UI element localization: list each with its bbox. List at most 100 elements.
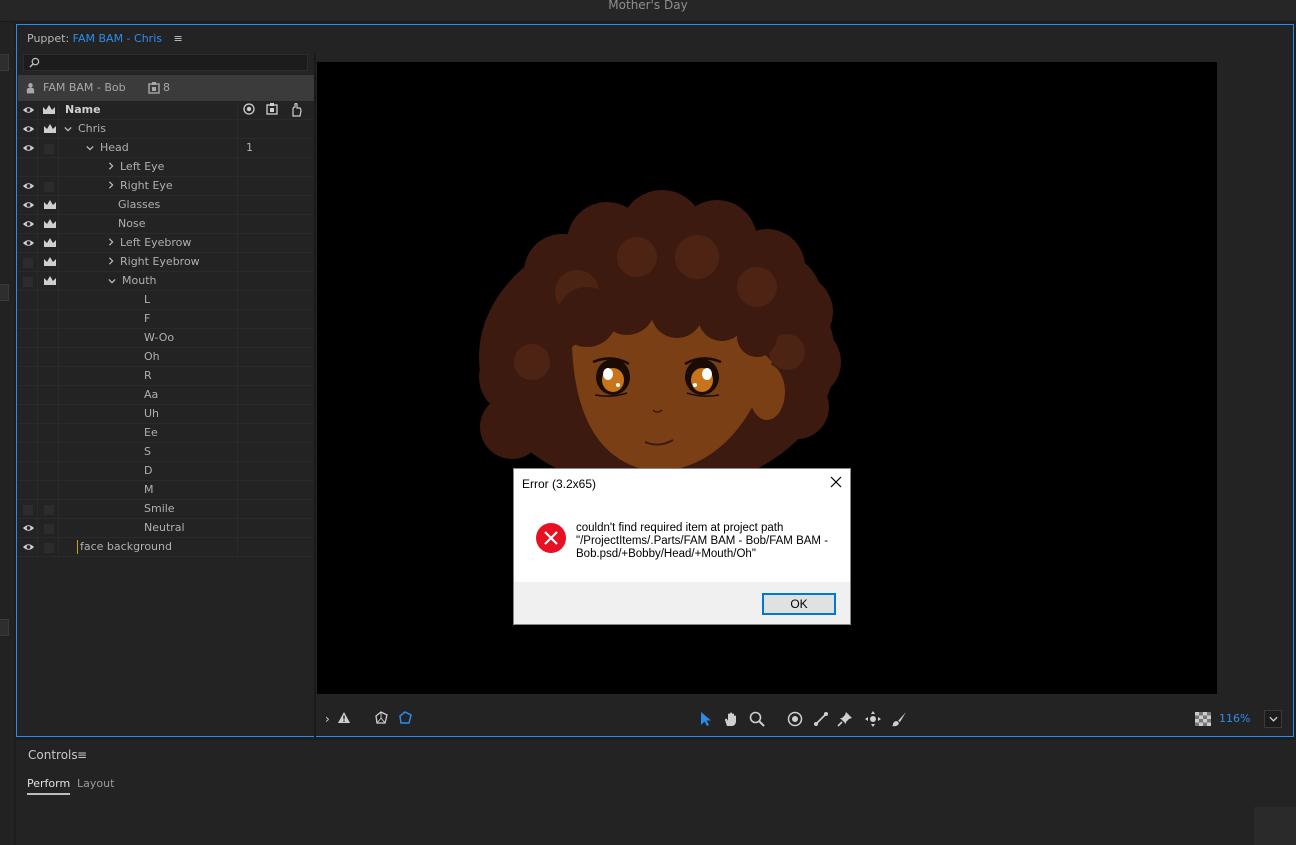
crown-icon[interactable] bbox=[43, 123, 57, 135]
tree-row[interactable]: R bbox=[18, 367, 314, 386]
zoom-tool-icon[interactable] bbox=[749, 711, 765, 727]
brush-tool-icon[interactable] bbox=[891, 711, 907, 727]
puppet-panel: Puppet: FAM BAM - Chris ≡ FAM BAM - Bob … bbox=[16, 24, 1294, 738]
chevron-right-icon[interactable] bbox=[108, 181, 114, 189]
search-input[interactable] bbox=[24, 59, 307, 74]
record-target-icon[interactable] bbox=[243, 103, 255, 115]
tag-handles-icon[interactable] bbox=[266, 103, 278, 115]
visibility-toggle[interactable] bbox=[23, 505, 33, 515]
tab-perform[interactable]: Perform bbox=[27, 777, 71, 795]
dialog-message-line: "/ProjectItems/.Parts/FAM BAM - Bob/FAM … bbox=[576, 535, 829, 547]
hand-tool-icon[interactable] bbox=[723, 711, 739, 727]
chevron-right-icon[interactable] bbox=[108, 162, 114, 170]
chevron-right-icon[interactable] bbox=[108, 238, 114, 246]
mesh-icon[interactable] bbox=[373, 711, 389, 725]
independence-toggle[interactable] bbox=[44, 524, 54, 534]
window-title: Mother's Day bbox=[608, 0, 688, 12]
eye-icon[interactable] bbox=[22, 105, 35, 115]
tab-layout[interactable]: Layout bbox=[77, 777, 114, 790]
eye-icon[interactable] bbox=[22, 181, 35, 191]
tree-row[interactable]: Glasses bbox=[18, 196, 314, 215]
puppet-name[interactable]: FAM BAM - Chris bbox=[73, 32, 162, 45]
dock-handle[interactable] bbox=[0, 619, 9, 636]
tree-row[interactable]: Chris bbox=[18, 120, 314, 139]
outline-icon[interactable] bbox=[397, 711, 413, 725]
crown-icon[interactable] bbox=[43, 199, 57, 211]
tree-row[interactable]: D bbox=[18, 462, 314, 481]
tree-row[interactable]: S bbox=[18, 443, 314, 462]
tree-row[interactable]: M bbox=[18, 481, 314, 500]
chevron-down-icon[interactable] bbox=[86, 145, 94, 151]
tree-row[interactable]: L bbox=[18, 291, 314, 310]
tree-row[interactable]: Aa bbox=[18, 386, 314, 405]
stick-tool-icon[interactable] bbox=[813, 711, 829, 727]
tree-row[interactable]: Neutral bbox=[18, 519, 314, 538]
select-arrow-icon[interactable] bbox=[700, 711, 712, 727]
tree-row[interactable]: Right Eyebrow bbox=[18, 253, 314, 272]
independence-toggle[interactable] bbox=[44, 543, 54, 553]
tree-row-label: Chris bbox=[78, 122, 106, 135]
tree-row[interactable]: Smile bbox=[18, 500, 314, 519]
visibility-toggle[interactable] bbox=[23, 258, 33, 268]
tree-row[interactable]: W-Oo bbox=[18, 329, 314, 348]
dock-handle[interactable] bbox=[0, 54, 9, 71]
error-icon bbox=[536, 523, 566, 553]
eye-icon[interactable] bbox=[22, 124, 35, 134]
tree-row[interactable]: Mouth bbox=[18, 272, 314, 291]
close-icon[interactable] bbox=[828, 474, 844, 490]
tree-row-label: Ee bbox=[144, 426, 158, 439]
chevron-down-icon[interactable] bbox=[108, 278, 116, 284]
puppet-tree: Name Chris Head 1 Left Eye Right Eye Glasses N… bbox=[18, 101, 314, 557]
origin-tool-icon[interactable] bbox=[787, 711, 803, 727]
eye-icon[interactable] bbox=[22, 238, 35, 248]
trigger-hand-icon[interactable] bbox=[290, 103, 302, 117]
crown-icon[interactable] bbox=[42, 104, 56, 116]
warning-icon[interactable] bbox=[337, 711, 351, 724]
tree-row[interactable]: Oh bbox=[18, 348, 314, 367]
zoom-dropdown[interactable] bbox=[1264, 710, 1282, 728]
tree-row-label: Glasses bbox=[118, 198, 161, 211]
tree-row[interactable]: Left Eyebrow bbox=[18, 234, 314, 253]
tree-row-label: Left Eye bbox=[120, 160, 165, 173]
panel-menu-icon[interactable]: ≡ bbox=[174, 32, 183, 45]
eye-icon[interactable] bbox=[22, 219, 35, 229]
panel-menu-icon[interactable]: ≡ bbox=[77, 748, 87, 762]
tree-row[interactable]: Head 1 bbox=[18, 139, 314, 158]
tree-row[interactable]: Uh bbox=[18, 405, 314, 424]
dock-handle[interactable] bbox=[0, 284, 9, 301]
pin-tool-icon[interactable] bbox=[837, 711, 853, 727]
panel-divider[interactable] bbox=[314, 53, 316, 738]
crown-icon[interactable] bbox=[43, 256, 57, 268]
chevron-down-icon[interactable] bbox=[64, 126, 72, 132]
search-icon bbox=[29, 57, 40, 68]
tree-row[interactable]: Ee bbox=[18, 424, 314, 443]
resize-corner[interactable] bbox=[1254, 807, 1296, 845]
eye-icon[interactable] bbox=[22, 542, 35, 552]
tree-row[interactable]: Left Eye bbox=[18, 158, 314, 177]
zoom-level[interactable]: 116% bbox=[1219, 712, 1250, 725]
crown-icon[interactable] bbox=[43, 218, 57, 230]
expand-chevron-icon[interactable]: › bbox=[325, 712, 330, 726]
dialog-message-line: couldn't find required item at project p… bbox=[576, 522, 784, 534]
independence-toggle[interactable] bbox=[44, 144, 54, 154]
name-column-header[interactable]: Name bbox=[65, 103, 101, 116]
eye-icon[interactable] bbox=[22, 200, 35, 210]
tree-row[interactable]: Nose bbox=[18, 215, 314, 234]
tree-row-label: R bbox=[144, 369, 152, 382]
dragger-tool-icon[interactable] bbox=[865, 711, 881, 727]
chevron-right-icon[interactable] bbox=[108, 257, 114, 265]
eye-icon[interactable] bbox=[22, 143, 35, 153]
independence-toggle[interactable] bbox=[44, 505, 54, 515]
ok-button[interactable]: OK bbox=[762, 593, 836, 615]
crown-icon[interactable] bbox=[43, 237, 57, 249]
independence-toggle[interactable] bbox=[44, 182, 54, 192]
dialog-body: Error (3.2x65) couldn't find required it… bbox=[514, 469, 850, 582]
visibility-toggle[interactable] bbox=[23, 277, 33, 287]
transparency-grid-icon[interactable] bbox=[1195, 712, 1211, 726]
eye-icon[interactable] bbox=[22, 523, 35, 533]
tree-row[interactable]: Right Eye bbox=[18, 177, 314, 196]
tree-row[interactable]: F bbox=[18, 310, 314, 329]
crown-icon[interactable] bbox=[43, 275, 57, 287]
tree-row[interactable]: face background bbox=[18, 538, 314, 557]
puppet-bar[interactable]: FAM BAM - Bob 8 bbox=[18, 75, 314, 101]
